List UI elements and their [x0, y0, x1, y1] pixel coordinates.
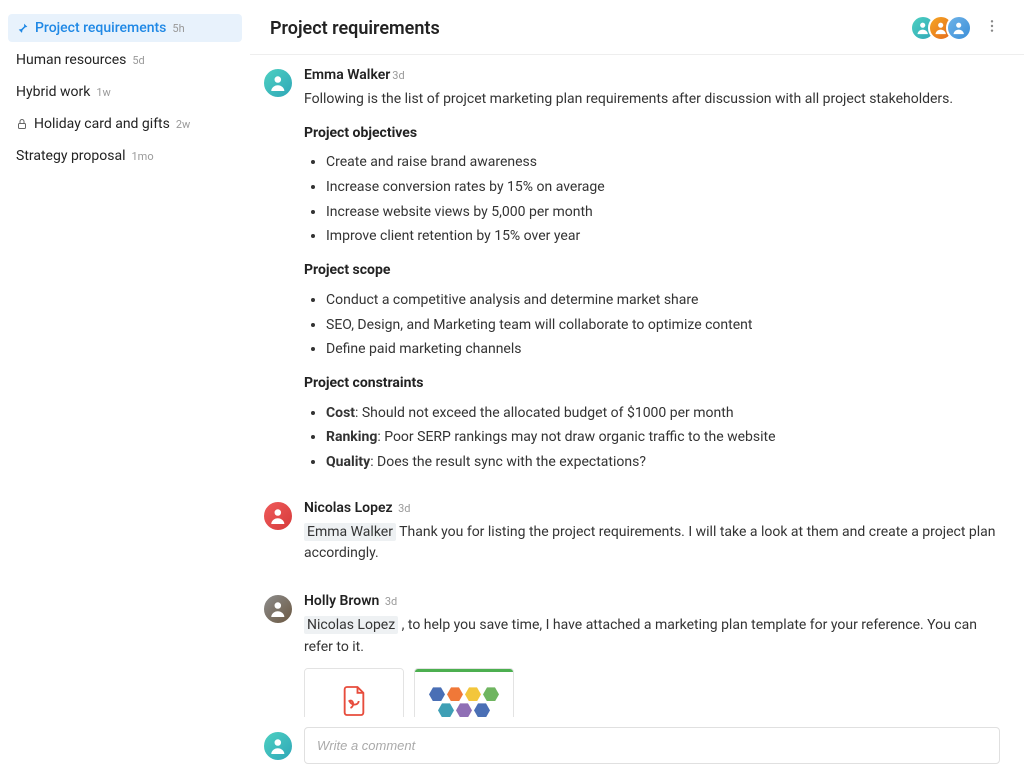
- section-heading: Project scope: [304, 260, 1000, 282]
- hex-diagram-icon: [424, 687, 504, 717]
- attachment-card[interactable]: Marketing-stra... Proof this file2h: [414, 668, 514, 717]
- list-item: Quality: Does the result sync with the e…: [326, 452, 1000, 474]
- header: Project requirements: [250, 0, 1024, 55]
- sidebar-item-time: 1mo: [131, 150, 153, 163]
- comment-text: Nicolas Lopez , to help you save time, I…: [304, 615, 1000, 658]
- sidebar-item-hybrid-work[interactable]: Hybrid work 1w: [8, 78, 242, 106]
- list-item: Conduct a competitive analysis and deter…: [326, 290, 1000, 312]
- section-list: Conduct a competitive analysis and deter…: [304, 290, 1000, 361]
- list-item: Create and raise brand awareness: [326, 152, 1000, 174]
- attachment-thumb: [305, 669, 403, 717]
- comment: Emma Walker3d Following is the list of p…: [262, 67, 1000, 482]
- comment-input[interactable]: [304, 727, 1000, 764]
- avatar: [262, 730, 294, 762]
- sidebar-item-time: 2w: [176, 118, 190, 131]
- sidebar-item-human-resources[interactable]: Human resources 5d: [8, 46, 242, 74]
- attachment-card[interactable]: Marketing-plan... Proof this file2h: [304, 668, 404, 717]
- list-item: Ranking: Poor SERP rankings may not draw…: [326, 427, 1000, 449]
- list-item: SEO, Design, and Marketing team will col…: [326, 315, 1000, 337]
- header-actions: [910, 14, 1004, 42]
- avatar: [262, 67, 294, 99]
- avatar: [946, 15, 972, 41]
- comment-time: 3d: [385, 595, 397, 608]
- section-heading: Project constraints: [304, 373, 1000, 395]
- sidebar-item-label: Hybrid work: [16, 84, 90, 100]
- comment-time: 3d: [392, 69, 404, 82]
- sidebar-item-holiday-card[interactable]: Holiday card and gifts 2w: [8, 110, 242, 138]
- attachment-thumb: [415, 669, 513, 717]
- list-item: Improve client retention by 15% over yea…: [326, 226, 1000, 248]
- section-heading: Project objectives: [304, 123, 1000, 145]
- collaborator-avatars[interactable]: [910, 15, 972, 41]
- sidebar-item-strategy-proposal[interactable]: Strategy proposal 1mo: [8, 142, 242, 170]
- comment-text: Emma Walker Thank you for listing the pr…: [304, 522, 1000, 565]
- avatar: [262, 500, 294, 532]
- attachments: Marketing-plan... Proof this file2h: [304, 668, 1000, 717]
- comment-author: Holly Brown: [304, 593, 379, 609]
- comment-intro: Following is the list of projcet marketi…: [304, 89, 1000, 111]
- main: Project requirements: [250, 0, 1024, 778]
- sidebar-item-time: 1w: [96, 86, 110, 99]
- sidebar-item-time: 5d: [132, 54, 144, 67]
- comment-thread: Emma Walker3d Following is the list of p…: [250, 55, 1024, 717]
- sidebar-item-project-requirements[interactable]: Project requirements 5h: [8, 14, 242, 42]
- comment: Holly Brown 3d Nicolas Lopez , to help y…: [262, 593, 1000, 717]
- lock-icon: [16, 118, 28, 130]
- pin-icon: [16, 22, 29, 35]
- sidebar-item-label: Strategy proposal: [16, 148, 125, 164]
- comment: Nicolas Lopez 3d Emma Walker Thank you f…: [262, 500, 1000, 575]
- comment-author: Nicolas Lopez: [304, 500, 393, 516]
- sidebar-item-label: Holiday card and gifts: [34, 116, 170, 132]
- sidebar-item-label: Project requirements: [35, 20, 166, 36]
- comment-time: 3d: [398, 502, 410, 515]
- section-list: Cost: Should not exceed the allocated bu…: [304, 403, 1000, 474]
- sidebar: Project requirements 5h Human resources …: [0, 0, 250, 778]
- pdf-icon: [340, 684, 368, 717]
- more-icon[interactable]: [980, 14, 1004, 42]
- mention[interactable]: Nicolas Lopez: [304, 616, 398, 634]
- comment-author: Emma Walker: [304, 67, 390, 83]
- list-item: Define paid marketing channels: [326, 339, 1000, 361]
- comment-text: Following is the list of projcet marketi…: [304, 89, 1000, 474]
- page-title: Project requirements: [270, 18, 440, 39]
- list-item: Cost: Should not exceed the allocated bu…: [326, 403, 1000, 425]
- mention[interactable]: Emma Walker: [304, 523, 396, 541]
- composer: [250, 717, 1024, 778]
- section-list: Create and raise brand awareness Increas…: [304, 152, 1000, 248]
- avatar: [262, 593, 294, 625]
- list-item: Increase website views by 5,000 per mont…: [326, 202, 1000, 224]
- sidebar-item-label: Human resources: [16, 52, 126, 68]
- list-item: Increase conversion rates by 15% on aver…: [326, 177, 1000, 199]
- sidebar-item-time: 5h: [172, 22, 184, 35]
